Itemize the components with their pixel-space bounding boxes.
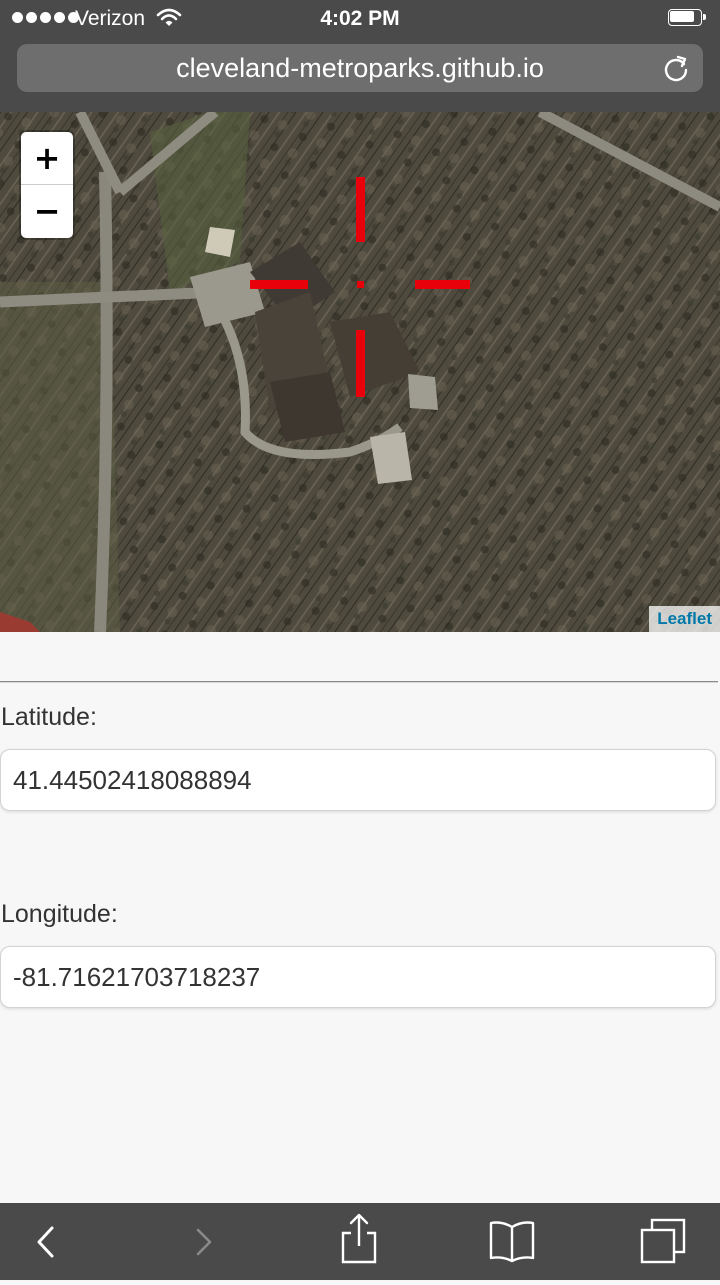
latitude-field[interactable] (0, 749, 716, 811)
longitude-field[interactable] (0, 946, 716, 1008)
reload-icon[interactable] (661, 53, 691, 83)
back-icon[interactable] (28, 1203, 68, 1280)
battery-icon (668, 9, 706, 26)
zoom-out-button[interactable]: − (21, 185, 73, 237)
leaflet-attribution-link[interactable]: Leaflet (649, 606, 720, 632)
clock: 4:02 PM (320, 7, 400, 30)
share-icon[interactable] (336, 1203, 382, 1280)
latitude-label: Latitude: (1, 703, 97, 731)
browser-toolbar (0, 1203, 720, 1280)
bookmarks-icon[interactable] (486, 1203, 538, 1280)
forward-icon[interactable] (188, 1203, 228, 1280)
browser-address-area: cleveland-metroparks.github.io (0, 36, 720, 112)
zoom-in-button[interactable]: + (21, 132, 73, 185)
divider (0, 681, 718, 683)
address-bar[interactable]: cleveland-metroparks.github.io (17, 44, 703, 92)
longitude-label: Longitude: (1, 900, 118, 928)
satellite-map[interactable]: + − Leaflet (0, 112, 720, 632)
tabs-icon[interactable] (636, 1203, 690, 1280)
aerial-imagery[interactable] (0, 112, 720, 632)
zoom-control: + − (21, 132, 73, 238)
status-bar: Verizon 4:02 PM (0, 0, 720, 36)
url-text[interactable]: cleveland-metroparks.github.io (17, 53, 703, 84)
